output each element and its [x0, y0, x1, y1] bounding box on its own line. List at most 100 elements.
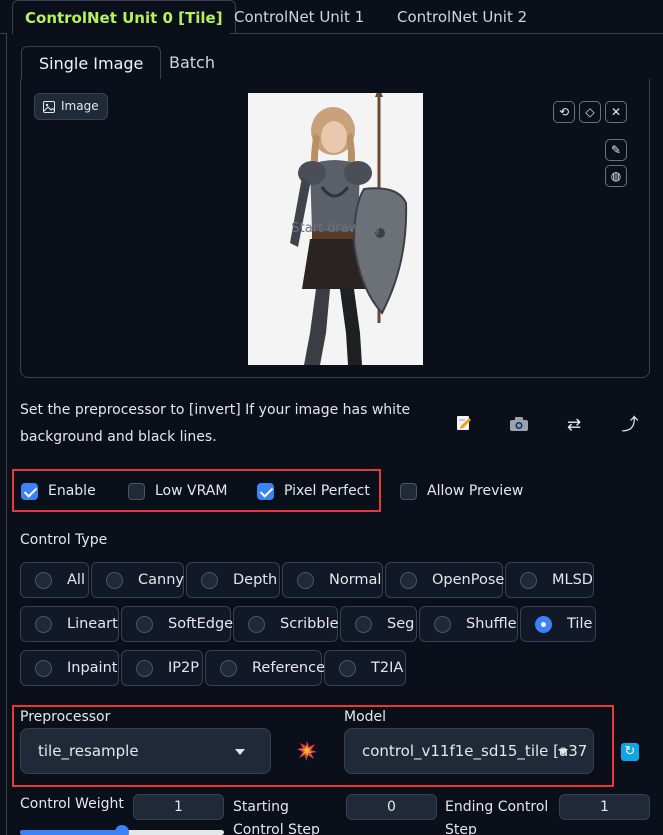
low-vram-checkbox[interactable]: Low VRAM	[128, 481, 227, 501]
model-value: control_v11f1e_sd15_tile [a37	[362, 742, 588, 760]
low-vram-label: Low VRAM	[155, 483, 228, 499]
uploaded-image-canvas[interactable]: Start drawing	[248, 93, 423, 365]
preprocessor-dropdown[interactable]: tile_resample	[20, 728, 271, 774]
control-type-shuffle[interactable]: Shuffle	[419, 606, 518, 642]
canvas-hint: Start drawing	[291, 221, 380, 236]
allow-preview-checkbox[interactable]: Allow Preview	[400, 481, 523, 501]
control-type-reference[interactable]: Reference	[205, 650, 325, 686]
image-icon	[43, 100, 55, 113]
control-type-normal-label: Normal	[329, 572, 382, 588]
close-button[interactable]: ✕	[605, 101, 627, 123]
control-weight-input[interactable]: 1	[133, 794, 224, 820]
radio-reference[interactable]	[220, 659, 237, 677]
tab-batch[interactable]: Batch	[152, 46, 232, 80]
control-type-ip2p-label: IP2P	[168, 660, 199, 676]
brush-button[interactable]: ✎	[605, 139, 627, 161]
radio-inpaint[interactable]	[35, 659, 52, 677]
control-type-mlsd[interactable]: MLSD	[505, 562, 594, 598]
ending-control-step-label: Ending Control Step	[445, 799, 549, 835]
open-editor-button[interactable]	[451, 414, 477, 440]
radio-all[interactable]	[35, 571, 52, 589]
refresh-models-button[interactable]: ↻	[621, 743, 639, 761]
control-type-mlsd-label: MLSD	[552, 572, 593, 588]
radio-openpose[interactable]	[400, 571, 417, 589]
eraser-icon: ◇	[585, 105, 595, 119]
control-type-lineart-label: Lineart	[67, 616, 118, 632]
control-type-shuffle-label: Shuffle	[466, 616, 517, 632]
control-type-softedge[interactable]: SoftEdge	[121, 606, 233, 642]
model-dropdown[interactable]: control_v11f1e_sd15_tile [a37	[344, 728, 594, 774]
control-type-normal[interactable]: Normal	[282, 562, 383, 598]
starting-control-step-label: Starting Control Step	[233, 799, 320, 835]
control-type-all-label: All	[67, 572, 85, 588]
enable-checkbox-box[interactable]	[21, 482, 38, 500]
palette-icon: ◍	[610, 169, 622, 183]
radio-softedge[interactable]	[136, 615, 153, 633]
pixel-perfect-checkbox-box[interactable]	[257, 482, 274, 500]
palette-button[interactable]: ◍	[605, 165, 627, 187]
preprocessor-value: tile_resample	[38, 742, 139, 760]
control-type-openpose-label: OpenPose	[432, 572, 505, 588]
control-type-depth-label: Depth	[233, 572, 278, 588]
pixel-perfect-label: Pixel Perfect	[284, 483, 370, 499]
control-type-ip2p[interactable]: IP2P	[121, 650, 203, 686]
control-type-canny-label: Canny	[138, 572, 184, 588]
tab-controlnet-unit-2[interactable]: ControlNet Unit 2	[385, 0, 539, 34]
radio-normal[interactable]	[297, 571, 314, 589]
radio-lineart[interactable]	[35, 615, 52, 633]
radio-scribble[interactable]	[248, 615, 265, 633]
send-dimensions-icon: ⤴	[621, 415, 639, 435]
enable-checkbox[interactable]: Enable	[21, 481, 96, 501]
refresh-icon: ↻	[624, 744, 636, 759]
starting-control-step-input[interactable]: 0	[346, 794, 437, 820]
control-type-seg[interactable]: Seg	[340, 606, 417, 642]
control-type-canny[interactable]: Canny	[91, 562, 184, 598]
brush-icon: ✎	[610, 143, 622, 157]
control-type-t2ia-label: T2IA	[371, 660, 404, 676]
radio-tile[interactable]	[535, 615, 552, 633]
radio-mlsd[interactable]	[520, 571, 537, 589]
control-type-depth[interactable]: Depth	[186, 562, 280, 598]
preprocessor-label: Preprocessor	[20, 709, 111, 725]
radio-depth[interactable]	[201, 571, 218, 589]
enable-label: Enable	[48, 483, 96, 499]
control-type-lineart[interactable]: Lineart	[20, 606, 119, 642]
mirror-webcam-button[interactable]: ⇄	[561, 412, 587, 438]
radio-seg[interactable]	[355, 615, 372, 633]
control-weight-slider-thumb[interactable]	[115, 825, 129, 835]
run-preprocessor-button[interactable]	[296, 740, 318, 762]
eraser-button[interactable]: ◇	[579, 101, 601, 123]
tab-controlnet-unit-1[interactable]: ControlNet Unit 1	[222, 0, 376, 34]
control-type-t2ia[interactable]: T2IA	[324, 650, 406, 686]
control-type-openpose[interactable]: OpenPose	[385, 562, 505, 598]
radio-t2ia[interactable]	[339, 659, 356, 677]
control-type-seg-label: Seg	[387, 616, 415, 632]
ending-control-step-input[interactable]: 1	[559, 794, 650, 820]
undo-button[interactable]: ⟲	[553, 101, 575, 123]
low-vram-checkbox-box[interactable]	[128, 482, 145, 500]
control-type-label: Control Type	[20, 532, 108, 548]
radio-shuffle[interactable]	[434, 615, 451, 633]
control-type-all[interactable]: All	[20, 562, 89, 598]
control-type-scribble[interactable]: Scribble	[233, 606, 339, 642]
radio-ip2p[interactable]	[136, 659, 153, 677]
webcam-button[interactable]	[506, 414, 532, 440]
pixel-perfect-checkbox[interactable]: Pixel Perfect	[257, 481, 370, 501]
camera-icon	[510, 417, 528, 431]
caret-down-icon	[235, 749, 245, 755]
control-weight-slider-fill	[20, 830, 122, 835]
send-dimensions-button[interactable]: ⤴	[617, 412, 643, 438]
control-weight-label: Control Weight	[20, 796, 124, 812]
control-type-scribble-label: Scribble	[280, 616, 339, 632]
edit-icon	[457, 416, 471, 430]
allow-preview-label: Allow Preview	[427, 483, 524, 499]
radio-canny[interactable]	[106, 571, 123, 589]
tab-controlnet-unit-0[interactable]: ControlNet Unit 0 [Tile]	[12, 0, 236, 34]
caret-down-icon	[558, 749, 568, 755]
model-label: Model	[344, 709, 387, 725]
allow-preview-checkbox-box[interactable]	[400, 482, 417, 500]
tab-single-image[interactable]: Single Image	[21, 46, 162, 80]
preprocessor-hint: Set the preprocessor to [invert] If your…	[20, 402, 411, 445]
control-type-tile[interactable]: Tile	[520, 606, 596, 642]
control-type-inpaint[interactable]: Inpaint	[20, 650, 119, 686]
